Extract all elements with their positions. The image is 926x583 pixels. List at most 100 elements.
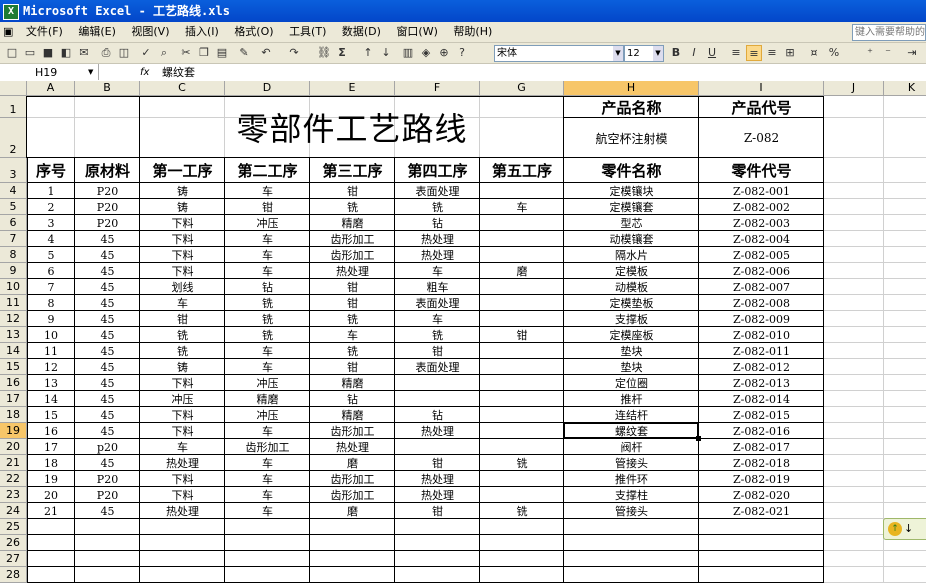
table-cell[interactable]: 齿形加工 — [310, 423, 395, 439]
table-cell[interactable]: 推杆 — [564, 391, 699, 407]
column-header-j[interactable]: J — [824, 81, 884, 96]
table-cell[interactable]: Z-082-002 — [699, 199, 824, 215]
table-cell[interactable]: 16 — [27, 423, 75, 439]
table-cell[interactable]: 下料 — [140, 407, 225, 423]
table-cell[interactable]: Z-082-008 — [699, 295, 824, 311]
table-cell[interactable]: 10 — [27, 327, 75, 343]
table-cell[interactable]: 铣 — [480, 503, 564, 519]
table-cell[interactable]: 45 — [75, 407, 140, 423]
fx-icon[interactable]: fx — [140, 64, 149, 81]
table-cell[interactable]: 12 — [27, 359, 75, 375]
table-cell[interactable]: 磨 — [310, 455, 395, 471]
table-cell[interactable]: 热处理 — [140, 455, 225, 471]
table-cell[interactable]: Z-082-011 — [699, 343, 824, 359]
document-menu-icon[interactable]: ▣ — [0, 22, 16, 42]
table-cell[interactable]: Z-082-015 — [699, 407, 824, 423]
table-cell[interactable]: 钳 — [225, 199, 310, 215]
row-header-6[interactable]: 6 — [0, 215, 27, 231]
row-header-26[interactable]: 26 — [0, 535, 27, 551]
active-cell[interactable] — [563, 422, 699, 439]
table-cell[interactable]: 精磨 — [310, 215, 395, 231]
menu-insert[interactable]: 插入(I) — [179, 22, 225, 42]
table-cell[interactable]: Z-082-014 — [699, 391, 824, 407]
table-cell[interactable]: 铣 — [225, 295, 310, 311]
column-label[interactable]: 序号 — [27, 158, 75, 183]
copy-icon[interactable]: ❐ — [196, 45, 212, 61]
table-cell[interactable]: 钳 — [395, 343, 480, 359]
table-cell[interactable]: 钻 — [310, 391, 395, 407]
table-cell[interactable]: 钳 — [310, 295, 395, 311]
column-header-e[interactable]: E — [310, 81, 395, 96]
table-cell[interactable]: Z-082-004 — [699, 231, 824, 247]
open-icon[interactable]: ▭ — [22, 45, 38, 61]
table-cell[interactable]: 精磨 — [225, 391, 310, 407]
table-cell[interactable]: 车 — [225, 183, 310, 199]
select-all-corner[interactable] — [0, 81, 27, 96]
table-cell[interactable]: 20 — [27, 487, 75, 503]
email-icon[interactable]: ✉ — [76, 45, 92, 61]
table-cell[interactable]: 齿形加工 — [310, 471, 395, 487]
column-header-h[interactable]: H — [564, 81, 699, 96]
table-cell[interactable]: 定模座板 — [564, 327, 699, 343]
product-name-value[interactable]: 航空杯注射模 — [564, 118, 699, 158]
row-header-19[interactable]: 19 — [0, 423, 27, 439]
help-icon[interactable]: ? — [454, 45, 470, 61]
bold-button[interactable]: B — [668, 45, 684, 61]
sort-ascending-icon[interactable]: ↑ — [360, 45, 376, 61]
undo-icon[interactable]: ↶ — [258, 45, 274, 61]
row-header-8[interactable]: 8 — [0, 247, 27, 263]
chevron-down-icon[interactable]: ▼ — [613, 46, 623, 61]
table-cell[interactable]: Z-082-010 — [699, 327, 824, 343]
table-cell[interactable]: Z-082-009 — [699, 311, 824, 327]
table-cell[interactable]: 45 — [75, 279, 140, 295]
sort-descending-icon[interactable]: ↓ — [378, 45, 394, 61]
row-header-11[interactable]: 11 — [0, 295, 27, 311]
column-label[interactable]: 原材料 — [75, 158, 140, 183]
table-cell[interactable]: Z-082-012 — [699, 359, 824, 375]
row-header-16[interactable]: 16 — [0, 375, 27, 391]
table-cell[interactable]: 下料 — [140, 487, 225, 503]
table-cell[interactable]: 45 — [75, 263, 140, 279]
table-cell[interactable]: 钳 — [480, 327, 564, 343]
row-header-14[interactable]: 14 — [0, 343, 27, 359]
table-cell[interactable]: Z-082-016 — [699, 423, 824, 439]
table-cell[interactable]: 铸 — [140, 199, 225, 215]
menu-data[interactable]: 数据(D) — [336, 22, 387, 42]
research-icon[interactable]: ⌕ — [156, 45, 172, 61]
menu-file[interactable]: 文件(F) — [20, 22, 69, 42]
table-cell[interactable]: 定模镶块 — [564, 183, 699, 199]
table-cell[interactable]: 车 — [395, 263, 480, 279]
table-cell[interactable]: 8 — [27, 295, 75, 311]
table-cell[interactable]: p20 — [75, 439, 140, 455]
table-cell[interactable]: 齿形加工 — [310, 487, 395, 503]
save-icon[interactable]: ■ — [40, 45, 56, 61]
column-label[interactable]: 第一工序 — [140, 158, 225, 183]
table-cell[interactable]: 45 — [75, 423, 140, 439]
table-cell[interactable]: 17 — [27, 439, 75, 455]
table-cell[interactable]: 垫块 — [564, 343, 699, 359]
table-cell[interactable]: 45 — [75, 375, 140, 391]
table-cell[interactable]: 定位圈 — [564, 375, 699, 391]
column-header-a[interactable]: A — [27, 81, 75, 96]
table-cell[interactable]: Z-082-017 — [699, 439, 824, 455]
table-cell[interactable]: 定模垫板 — [564, 295, 699, 311]
table-cell[interactable]: 动模镶套 — [564, 231, 699, 247]
row-header-4[interactable]: 4 — [0, 183, 27, 199]
new-icon[interactable]: □ — [4, 45, 20, 61]
table-cell[interactable]: Z-082-018 — [699, 455, 824, 471]
row-header-13[interactable]: 13 — [0, 327, 27, 343]
table-cell[interactable]: 热处理 — [395, 231, 480, 247]
table-cell[interactable]: 管接头 — [564, 455, 699, 471]
row-header-25[interactable]: 25 — [0, 519, 27, 535]
table-cell[interactable]: 14 — [27, 391, 75, 407]
row-header-22[interactable]: 22 — [0, 471, 27, 487]
column-header-f[interactable]: F — [395, 81, 480, 96]
table-cell[interactable]: 热处理 — [310, 439, 395, 455]
table-cell[interactable]: 铣 — [225, 327, 310, 343]
table-cell[interactable]: 粗车 — [395, 279, 480, 295]
table-cell[interactable]: 车 — [310, 327, 395, 343]
row-header-15[interactable]: 15 — [0, 359, 27, 375]
table-cell[interactable]: 定模板 — [564, 263, 699, 279]
table-cell[interactable]: 车 — [140, 439, 225, 455]
table-cell[interactable]: 铣 — [310, 311, 395, 327]
